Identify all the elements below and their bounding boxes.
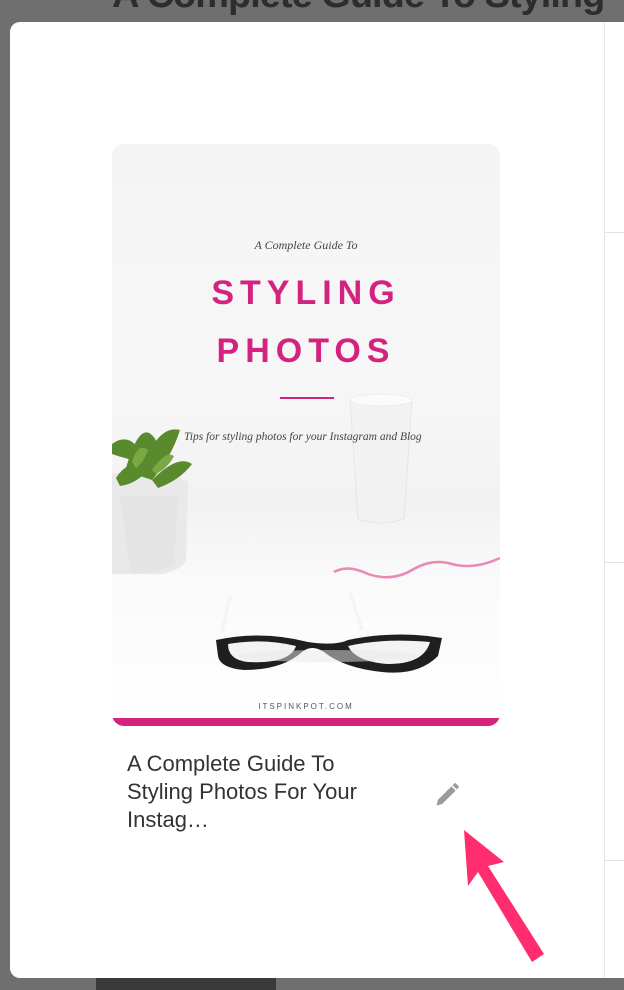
arrow-pointer-icon: [464, 830, 544, 962]
divider: [605, 232, 624, 233]
pin-title-line: A Complete Guide To: [127, 751, 335, 776]
divider: [605, 860, 624, 861]
pin-title-line: Instag…: [127, 807, 209, 832]
cover-kicker: A Complete Guide To: [254, 238, 358, 252]
pencil-icon: [436, 783, 459, 806]
divider: [605, 562, 624, 563]
cover-site: ITSPINKPOT.COM: [258, 702, 354, 711]
modal-side-panel: [604, 22, 624, 978]
cover-title-line-2: PHOTOS: [216, 332, 396, 370]
background-headline: A Complete Guide To Styling: [112, 0, 605, 17]
cover-tagline: Tips for styling photos for your Instagr…: [184, 431, 422, 443]
cover-accent-bar: [112, 718, 500, 726]
cover-title-line-1: STYLING: [211, 274, 401, 312]
pin-image[interactable]: A Complete Guide To STYLING PHOTOS Tips …: [112, 144, 500, 726]
cover-divider: [280, 397, 334, 399]
pin-title: A Complete Guide To Styling Photos For Y…: [127, 750, 417, 834]
edit-pin-button[interactable]: [430, 778, 464, 812]
pin-modal: A Complete Guide To STYLING PHOTOS Tips …: [10, 22, 624, 978]
pin-title-line: Styling Photos For Your: [127, 779, 357, 804]
background-image: [96, 978, 276, 990]
